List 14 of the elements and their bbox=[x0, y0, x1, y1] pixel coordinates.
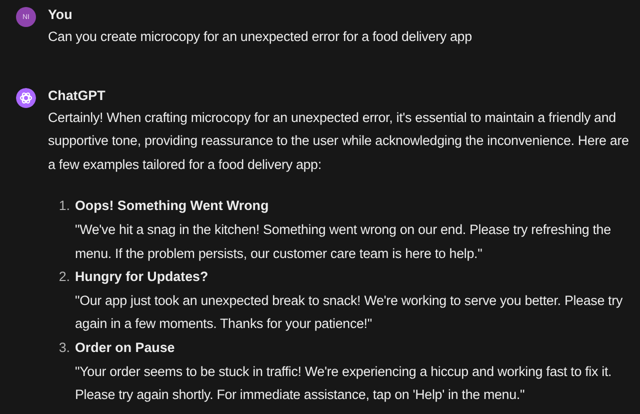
list-number: 2. bbox=[58, 268, 71, 286]
assistant-logo-icon bbox=[16, 88, 36, 108]
example-title: Oops! Something Went Wrong bbox=[75, 197, 270, 216]
message-text: Can you create microcopy for an unexpected error for a food delivery app bbox=[48, 28, 473, 46]
example-text: "Our app just took an unexpected break to snack! We're working to serve you better. Please try again in a few moments. Thanks for your patience!" bbox=[75, 292, 624, 334]
author-name: ChatGPT bbox=[48, 86, 106, 105]
example-title: Order on Pause bbox=[75, 338, 176, 357]
example-text: "Your order seems to be stuck in traffic! We're experiencing a hiccup and working fast to fix it. Please try again shortly. For immediate assistance, tap on 'Help' in the menu." bbox=[75, 362, 613, 404]
list-number: 3. bbox=[58, 338, 71, 357]
example-title: Hungry for Updates? bbox=[75, 268, 210, 286]
author-name: You bbox=[48, 6, 74, 24]
message-text: Certainly! When crafting microcopy for an unexpected error, it's essential to maintain a friendly and supportive tone, providing reassurance to the user while acknowledging the inconvenience. Here are a few examples tailored for a food delivery app: bbox=[48, 108, 630, 174]
example-text: "We've hit a snag in the kitchen! Something went wrong on our end. Please try refreshing the menu. If the problem persists, our customer care team is here to help." bbox=[75, 220, 612, 263]
list-number: 1. bbox=[58, 197, 71, 216]
